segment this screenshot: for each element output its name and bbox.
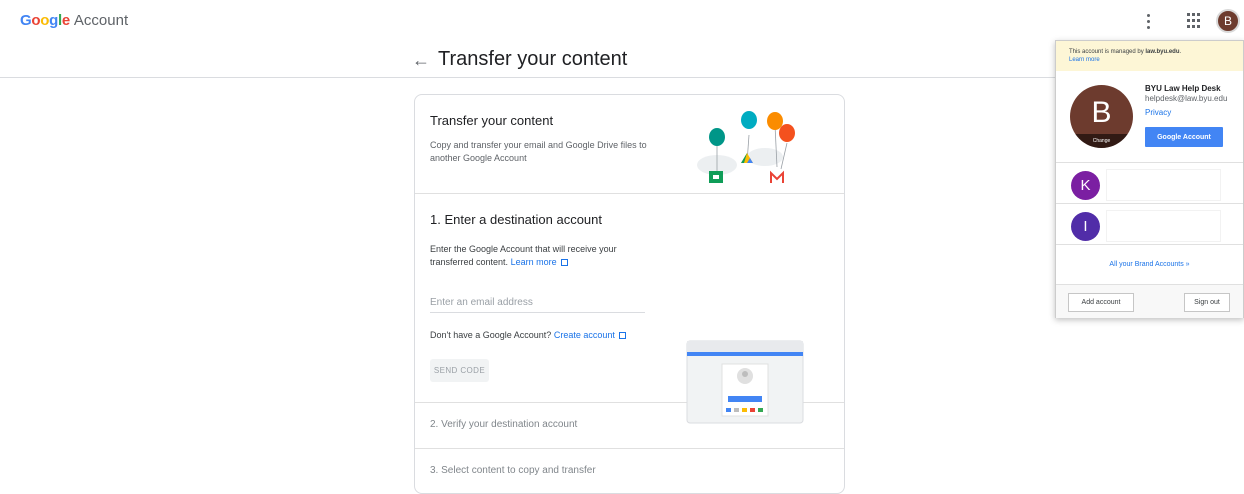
intro-description: Copy and transfer your email and Google … bbox=[430, 140, 647, 163]
top-bar: Google Account B bbox=[0, 0, 1244, 44]
other-account-row[interactable]: K bbox=[1056, 163, 1243, 204]
managed-learn-more-link[interactable]: Learn more bbox=[1069, 56, 1243, 64]
profile-email: helpdesk@law.byu.edu bbox=[1145, 94, 1228, 103]
privacy-link[interactable]: Privacy bbox=[1145, 108, 1171, 117]
send-code-button[interactable]: SEND CODE bbox=[430, 359, 489, 382]
sign-out-button[interactable]: Sign out bbox=[1184, 293, 1230, 312]
change-photo-button[interactable]: Change bbox=[1070, 134, 1133, 148]
transfer-card: Transfer your content Copy and transfer … bbox=[414, 94, 845, 494]
other-account-avatar: I bbox=[1071, 212, 1100, 241]
google-wordmark: Google bbox=[20, 12, 70, 29]
popover-footer: Add account Sign out bbox=[1056, 284, 1243, 318]
google-account-logo[interactable]: Google Account bbox=[20, 12, 128, 29]
profile-avatar[interactable]: B Change bbox=[1070, 85, 1133, 148]
managed-suffix: . bbox=[1179, 49, 1182, 55]
balloons-illustration-icon bbox=[697, 111, 795, 183]
destination-section: 1. Enter a destination account Enter the… bbox=[415, 194, 844, 424]
managed-prefix: This account is managed by bbox=[1069, 49, 1144, 55]
select-content-section[interactable]: 3. Select content to copy and transfer bbox=[415, 449, 844, 493]
account-popover: This account is managed by law.byu.edu. … bbox=[1055, 40, 1244, 318]
page-title: Transfer your content bbox=[438, 48, 628, 70]
intro-section: Transfer your content Copy and transfer … bbox=[415, 95, 844, 194]
external-link-icon bbox=[560, 259, 568, 266]
other-account-details bbox=[1106, 169, 1221, 201]
no-account-text: Don't have a Google Account? Create acco… bbox=[430, 330, 626, 340]
back-arrow-icon[interactable]: ← bbox=[412, 50, 430, 71]
intro-title: Transfer your content bbox=[430, 113, 554, 128]
account-wordmark: Account bbox=[73, 12, 129, 29]
more-options-icon[interactable] bbox=[1141, 10, 1155, 32]
other-account-row[interactable]: I bbox=[1056, 204, 1243, 245]
destination-title: 1. Enter a destination account bbox=[430, 212, 603, 227]
managed-domain: law.byu.edu bbox=[1145, 49, 1180, 55]
brand-accounts-link[interactable]: All your Brand Accounts » bbox=[1056, 261, 1243, 268]
profile-avatar-initial: B bbox=[1091, 96, 1112, 129]
email-input[interactable] bbox=[430, 293, 645, 313]
other-account-details bbox=[1106, 210, 1221, 242]
other-account-avatar: K bbox=[1071, 171, 1100, 200]
learn-more-link[interactable]: Learn more bbox=[511, 257, 557, 267]
select-content-step-title: 3. Select content to copy and transfer bbox=[430, 465, 596, 476]
add-account-button[interactable]: Add account bbox=[1068, 293, 1134, 312]
verify-section[interactable]: 2. Verify your destination account bbox=[415, 403, 844, 449]
verify-step-title: 2. Verify your destination account bbox=[430, 419, 578, 430]
no-account-label: Don't have a Google Account? bbox=[430, 330, 552, 340]
managed-account-banner: This account is managed by law.byu.edu. … bbox=[1056, 41, 1243, 71]
google-account-button[interactable]: Google Account bbox=[1145, 127, 1223, 147]
create-account-link[interactable]: Create account bbox=[554, 330, 615, 340]
apps-grid-icon[interactable] bbox=[1187, 13, 1203, 29]
account-avatar-button[interactable]: B bbox=[1216, 9, 1240, 33]
external-link-icon bbox=[618, 332, 626, 339]
destination-description: Enter the Google Account that will recei… bbox=[430, 243, 650, 269]
profile-name: BYU Law Help Desk bbox=[1145, 84, 1221, 93]
